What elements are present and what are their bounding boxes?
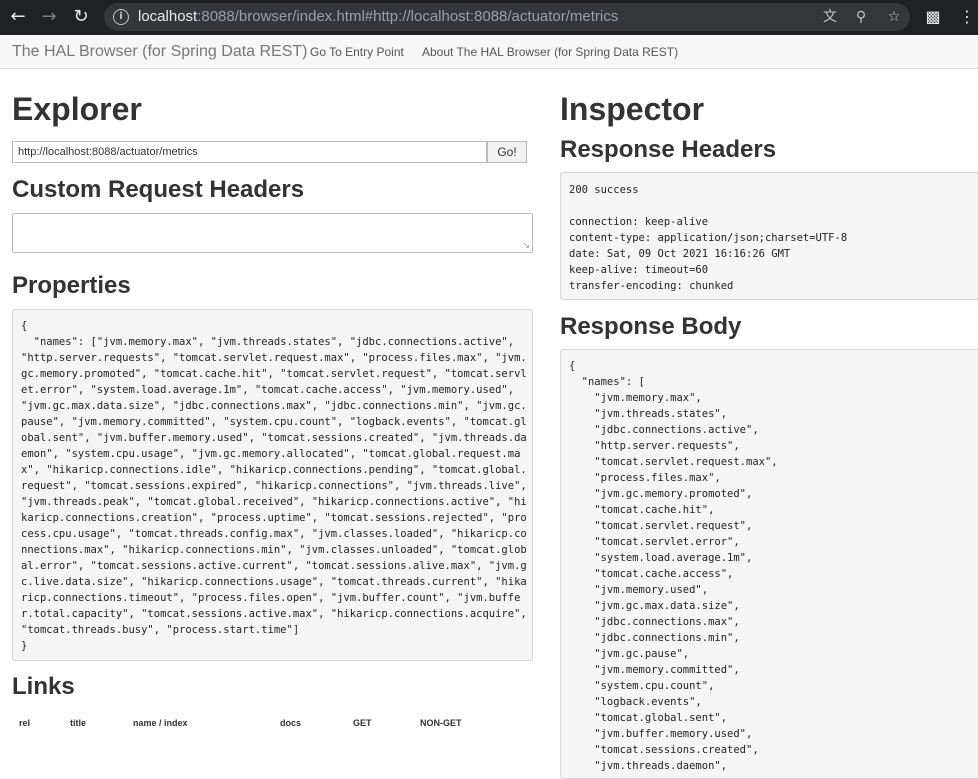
reload-icon[interactable]: ↻ (70, 6, 92, 28)
properties-line: karicp.connections.creation", "process.u… (21, 512, 527, 524)
properties-line: x", "hikaricp.connections.idle", "hikari… (21, 464, 527, 476)
app-brand[interactable]: The HAL Browser (for Spring Data REST) (12, 43, 308, 61)
response-body-line: "jvm.gc.max.data.size", (569, 600, 740, 612)
response-body-box: { "names": [ "jvm.memory.max", "jvm.thre… (560, 349, 978, 779)
back-arrow-icon[interactable]: ← (7, 6, 29, 28)
site-info-icon[interactable]: i (113, 9, 129, 25)
response-body-line: "tomcat.cache.access", (569, 568, 734, 580)
properties-line: et.error", "system.load.average.1m", "to… (21, 384, 515, 396)
response-body-line: "jvm.threads.states", (569, 408, 728, 420)
address-url[interactable]: localhost:8088/browser/index.html#http:/… (138, 8, 618, 25)
response-header-line (569, 198, 978, 214)
response-body-line: "jvm.memory.used", (569, 584, 709, 596)
response-body-line: "tomcat.servlet.error", (569, 536, 740, 548)
properties-line: ricp.connections.timeout", "process.file… (21, 592, 521, 604)
properties-line: "http.server.requests", "tomcat.servlet.… (21, 352, 527, 364)
links-col-name-index: name / index (133, 718, 188, 728)
properties-line: cess.cpu.usage", "tomcat.threads.config.… (21, 528, 527, 540)
properties-title: Properties (12, 272, 131, 299)
links-col-get: GET (353, 718, 372, 728)
response-body-line: "system.load.average.1m", (569, 552, 753, 564)
response-header-line: content-type: application/json;charset=U… (569, 232, 848, 244)
properties-line: nnections.max", "hikaricp.connections.mi… (21, 544, 527, 556)
response-body-line: "http.server.requests", (569, 440, 740, 452)
response-body-line: "system.cpu.count", (569, 680, 715, 692)
inspector-title: Inspector (560, 91, 705, 127)
links-title: Links (12, 673, 75, 700)
links-col-title: title (70, 718, 87, 728)
properties-line: { (21, 320, 28, 332)
response-header-line: 200 success (569, 184, 639, 196)
response-body-line: { (569, 360, 576, 372)
response-body-line: "jvm.threads.daemon", (569, 760, 728, 772)
resize-grip-icon[interactable]: ↘ (522, 241, 530, 251)
properties-json: { "names": ["jvm.memory.max", "jvm.threa… (12, 309, 533, 661)
properties-line: pause", "jvm.memory.committed", "system.… (21, 416, 527, 428)
address-bar[interactable]: i localhost:8088/browser/index.html#http… (104, 3, 910, 31)
response-header-line: keep-alive: timeout=60 (569, 264, 709, 276)
response-body-line: "jdbc.connections.active", (569, 424, 759, 436)
response-body-line: "jvm.gc.memory.promoted", (569, 488, 753, 500)
response-body-line: "jvm.memory.max", (569, 392, 702, 404)
response-headers-title: Response Headers (560, 136, 777, 163)
response-body-line: "jdbc.connections.max", (569, 616, 740, 628)
app-navbar: The HAL Browser (for Spring Data REST) G… (0, 35, 978, 69)
properties-line: "jvm.gc.max.data.size", "jdbc.connection… (21, 400, 527, 412)
properties-line: "names": ["jvm.memory.max", "jvm.threads… (21, 336, 515, 348)
response-header-line: date: Sat, 09 Oct 2021 16:16:26 GMT (569, 248, 791, 260)
custom-headers-textarea[interactable]: ↘ (12, 213, 533, 253)
response-body-line: "process.files.max", (569, 472, 721, 484)
properties-line: "tomcat.threads.busy", "process.start.ti… (21, 624, 300, 636)
response-body-line: "tomcat.sessions.created", (569, 744, 759, 756)
properties-line: request", "tomcat.sessions.expired", "hi… (21, 480, 527, 492)
response-header-line: transfer-encoding: chunked (569, 280, 734, 292)
response-body-line: "jdbc.connections.min", (569, 632, 740, 644)
links-col-docs: docs (280, 718, 302, 728)
menu-dots-icon[interactable]: ⋮ (956, 6, 978, 28)
response-body-line: "tomcat.global.sent", (569, 712, 728, 724)
bookmark-star-icon[interactable]: ☆ (884, 7, 904, 27)
properties-line: c.live.data.size", "hikaricp.connections… (21, 576, 527, 588)
response-header-line: connection: keep-alive (569, 216, 709, 228)
properties-line: "jvm.threads.peak", "tomcat.global.recei… (21, 496, 527, 508)
properties-line: al.error", "tomcat.sessions.active.curre… (21, 560, 527, 572)
properties-line: emon", "system.cpu.usage", "jvm.gc.memor… (21, 448, 521, 460)
properties-line: obal.sent", "jvm.buffer.memory.used", "t… (21, 432, 527, 444)
properties-line: } (21, 640, 28, 652)
response-body-line: "names": [ (569, 376, 645, 388)
response-headers-box: 200 success connection: keep-alive conten… (560, 172, 978, 300)
links-col-non-get: NON-GET (420, 718, 462, 728)
browser-toolbar: ← → ↻ i localhost:8088/browser/index.htm… (0, 0, 978, 35)
response-body-line: "tomcat.servlet.request.max", (569, 456, 778, 468)
nav-about-link[interactable]: About The HAL Browser (for Spring Data R… (422, 45, 678, 59)
forward-arrow-icon[interactable]: → (38, 6, 60, 28)
go-button[interactable]: Go! (487, 141, 527, 163)
response-body-line: "logback.events", (569, 696, 702, 708)
response-body-line: "jvm.memory.committed", (569, 664, 740, 676)
nav-entry-point-link[interactable]: Go To Entry Point (310, 45, 404, 59)
links-col-rel: rel (19, 718, 31, 728)
properties-line: gc.memory.promoted", "tomcat.cache.hit",… (21, 368, 527, 380)
response-body-line: "tomcat.cache.hit", (569, 504, 715, 516)
properties-line: r.total.capacity", "tomcat.sessions.acti… (21, 608, 527, 620)
explorer-url-input[interactable]: http://localhost:8088/actuator/metrics (12, 141, 487, 163)
response-body-title: Response Body (560, 313, 742, 340)
translate-icon[interactable]: 文 (820, 7, 840, 27)
extensions-puzzle-icon[interactable]: ▩ (922, 6, 944, 28)
explorer-title: Explorer (12, 91, 142, 127)
response-body-line: "jvm.buffer.memory.used", (569, 728, 753, 740)
response-body-line: "tomcat.servlet.request", (569, 520, 753, 532)
response-body-line: "jvm.gc.pause", (569, 648, 690, 660)
zoom-icon[interactable]: ⚲ (851, 7, 871, 27)
custom-headers-title: Custom Request Headers (12, 176, 305, 203)
